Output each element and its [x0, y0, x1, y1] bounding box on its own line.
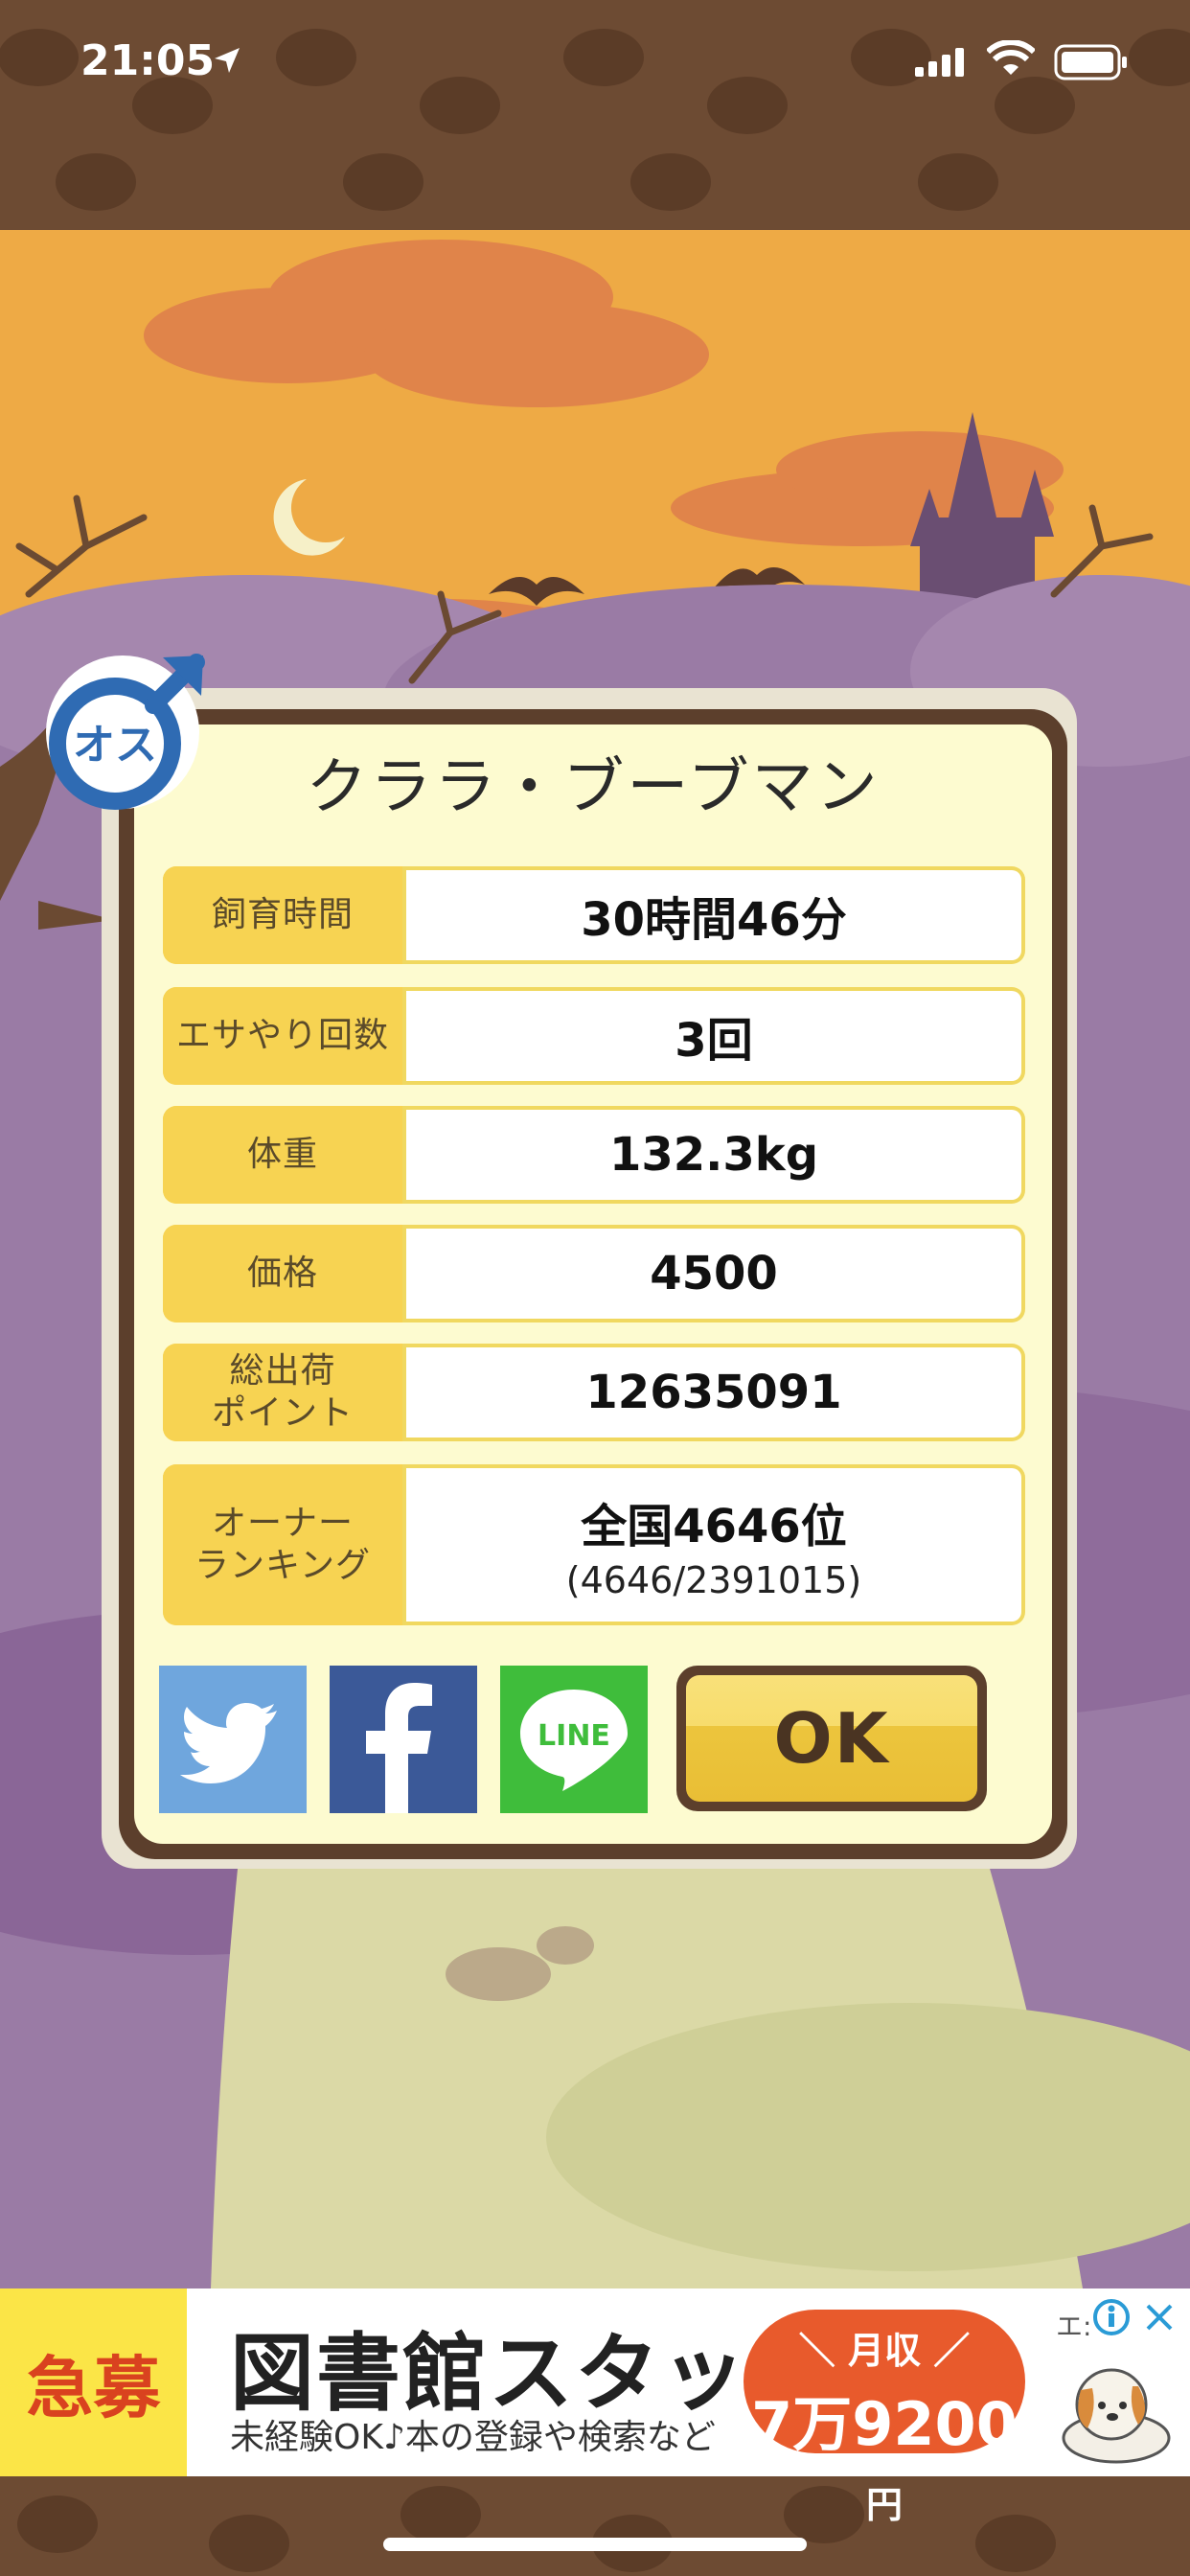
info-row-feeding-count: エサやり回数 3回 [163, 987, 1025, 1085]
wifi-icon [987, 40, 1035, 75]
ad-urgent-tag: 急募 [0, 2288, 187, 2476]
row-label: 体重 [163, 1106, 402, 1204]
row-value: 3回 [406, 991, 1021, 1081]
info-row-weight: 体重 132.3kg [163, 1106, 1025, 1204]
facebook-icon [366, 1683, 432, 1813]
row-value: 全国4646位 (4646/2391015) [406, 1468, 1021, 1622]
cellular-signal-icon [915, 48, 964, 77]
info-row-price: 価格 4500 [163, 1225, 1025, 1322]
info-row-shipping-points: 総出荷 ポイント 12635091 [163, 1344, 1025, 1441]
ad-banner[interactable]: 急募 図書館スタッフ 未経験OK♪本の登録や検索など ＼ 月収 ／ 7万9200… [0, 2288, 1190, 2526]
battery-icon [1054, 44, 1127, 80]
row-value-text: 全国4646位 [581, 1500, 847, 1553]
row-label: 価格 [163, 1225, 402, 1322]
facebook-share-button[interactable] [330, 1666, 477, 1813]
ad-subline: 未経験OK♪本の登録や検索など [230, 2418, 716, 2457]
dog-mascot-icon [1062, 2368, 1171, 2464]
pet-name-title: クララ・ブーブマン [306, 752, 881, 823]
ok-button[interactable]: OK [676, 1666, 987, 1811]
row-value-text: 12635091 [585, 1366, 842, 1419]
row-value: 132.3kg [406, 1110, 1021, 1200]
ad-salary-amount: 7万9200 円 [744, 2376, 1025, 2532]
row-value: 30時間46分 [406, 870, 1021, 960]
status-time: 21:05 [80, 36, 216, 85]
ad-close-icon[interactable] [1140, 2298, 1179, 2336]
row-value-text: 4500 [650, 1247, 778, 1300]
line-logo-text: LINE [538, 1719, 610, 1753]
row-label: 総出荷 ポイント [163, 1344, 402, 1441]
row-label: 飼育時間 [163, 866, 402, 964]
row-value: 12635091 [406, 1347, 1021, 1438]
ad-salary-unit: 円 [865, 2484, 903, 2526]
ad-salary-badge: ＼ 月収 ／ 7万9200 円 [744, 2310, 1025, 2526]
twitter-icon [180, 1703, 277, 1783]
info-row-owner-ranking: オーナー ランキング 全国4646位 (4646/2391015) [163, 1464, 1025, 1625]
row-value-text: 30時間46分 [581, 893, 847, 947]
info-row-raising-time: 飼育時間 30時間46分 [163, 866, 1025, 964]
row-value-subtext: (4646/2391015) [565, 1559, 862, 1601]
row-label: オーナー ランキング [163, 1464, 402, 1625]
row-label: エサやり回数 [163, 987, 402, 1085]
row-value-text: 3回 [675, 1014, 753, 1068]
home-indicator[interactable] [383, 2538, 807, 2551]
ad-corner-text: エ: [1056, 2311, 1092, 2342]
location-icon [215, 48, 240, 73]
ok-button-label: OK [686, 1675, 977, 1802]
ad-salary-label: ＼ 月収 ／ [798, 2330, 971, 2372]
row-value-text: 132.3kg [608, 1128, 819, 1182]
line-icon: LINE [520, 1690, 628, 1791]
line-share-button[interactable]: LINE [500, 1666, 648, 1813]
row-value: 4500 [406, 1229, 1021, 1319]
status-bar: 21:05 [0, 0, 1190, 134]
ad-info-icon[interactable] [1092, 2298, 1131, 2336]
twitter-share-button[interactable] [159, 1666, 307, 1813]
ad-salary-number: 7万9200 [751, 2389, 1018, 2459]
